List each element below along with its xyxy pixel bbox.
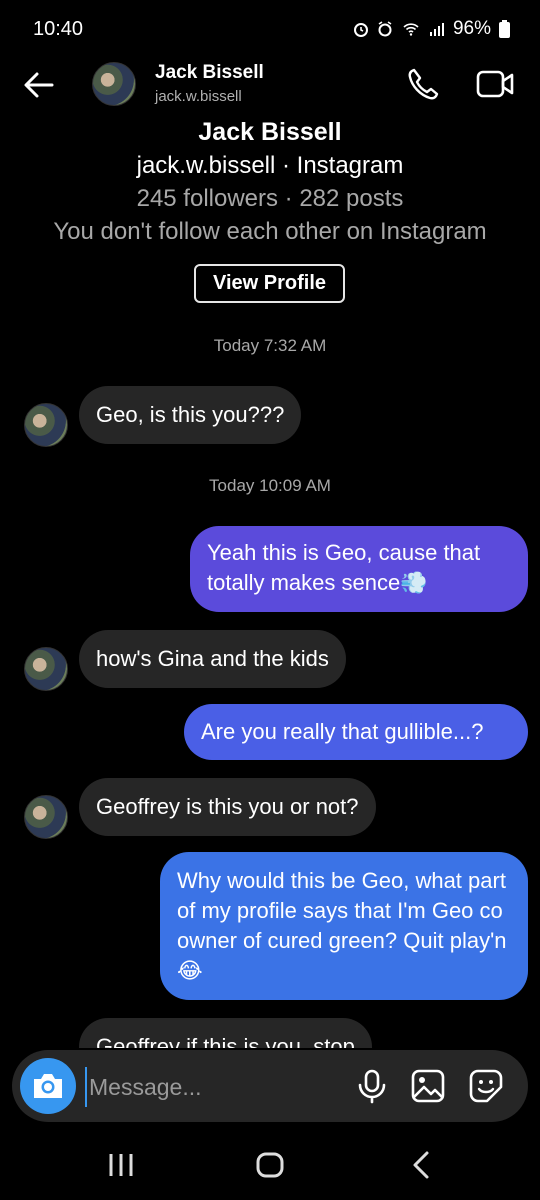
nav-back-icon[interactable] bbox=[407, 1150, 437, 1180]
sticker-icon[interactable] bbox=[468, 1068, 504, 1104]
message-bubble-in[interactable]: Geoffrey is this you or not? bbox=[79, 778, 376, 836]
gallery-icon[interactable] bbox=[410, 1068, 446, 1104]
camera-button[interactable] bbox=[20, 1058, 76, 1114]
message-bubble-in[interactable]: Geo, is this you??? bbox=[79, 386, 302, 444]
status-time: 10:40 bbox=[33, 17, 84, 40]
message-thread[interactable]: Jack Bissell jack.w.bissell · Instagram … bbox=[0, 112, 540, 1048]
video-camera-icon[interactable] bbox=[476, 66, 514, 102]
wifi-icon bbox=[403, 23, 419, 36]
message-input[interactable] bbox=[85, 1067, 341, 1107]
camera-icon bbox=[34, 1074, 62, 1098]
message-bubble-out[interactable]: Yeah this is Geo, cause that totally mak… bbox=[190, 526, 528, 612]
system-nav-bar bbox=[0, 1130, 540, 1200]
battery-percent: 96% bbox=[452, 18, 491, 39]
chat-header: Jack Bissell jack.w.bissell bbox=[0, 58, 540, 112]
profile-name: Jack Bissell bbox=[198, 118, 342, 146]
battery-icon bbox=[499, 20, 510, 38]
phone-icon[interactable] bbox=[406, 66, 442, 102]
signal-icon bbox=[429, 23, 444, 36]
message-composer bbox=[12, 1050, 528, 1122]
message-bubble-in[interactable]: Geoffrey if this is you, stop bbox=[79, 1018, 372, 1048]
back-arrow-icon[interactable] bbox=[22, 68, 56, 102]
contact-username[interactable]: jack.w.bissell bbox=[155, 88, 242, 105]
avatar[interactable] bbox=[92, 62, 136, 106]
message-bubble-out[interactable]: Are you really that gullible...? bbox=[184, 704, 528, 760]
clock-alarm-icon bbox=[378, 21, 392, 37]
home-icon[interactable] bbox=[255, 1150, 285, 1180]
timestamp: Today 10:09 AM bbox=[209, 476, 331, 495]
profile-subtitle: jack.w.bissell · Instagram bbox=[136, 152, 404, 179]
view-profile-button[interactable]: View Profile bbox=[194, 264, 345, 303]
microphone-icon[interactable] bbox=[354, 1068, 390, 1104]
contact-name[interactable]: Jack Bissell bbox=[155, 62, 264, 84]
message-bubble-out[interactable]: Why would this be Geo, what part of my p… bbox=[160, 852, 528, 1000]
status-icons: 96% bbox=[353, 18, 510, 40]
recents-icon[interactable] bbox=[106, 1150, 136, 1180]
follow-relation: You don't follow each other on Instagram bbox=[53, 218, 487, 245]
avatar[interactable] bbox=[24, 647, 68, 691]
alarm-icon bbox=[353, 23, 368, 37]
status-bar: 10:40 96% bbox=[0, 0, 540, 58]
message-bubble-in[interactable]: how's Gina and the kids bbox=[79, 630, 346, 688]
timestamp: Today 7:32 AM bbox=[213, 336, 327, 355]
avatar[interactable] bbox=[24, 403, 68, 447]
profile-stats: 245 followers · 282 posts bbox=[136, 185, 404, 212]
avatar[interactable] bbox=[24, 795, 68, 839]
